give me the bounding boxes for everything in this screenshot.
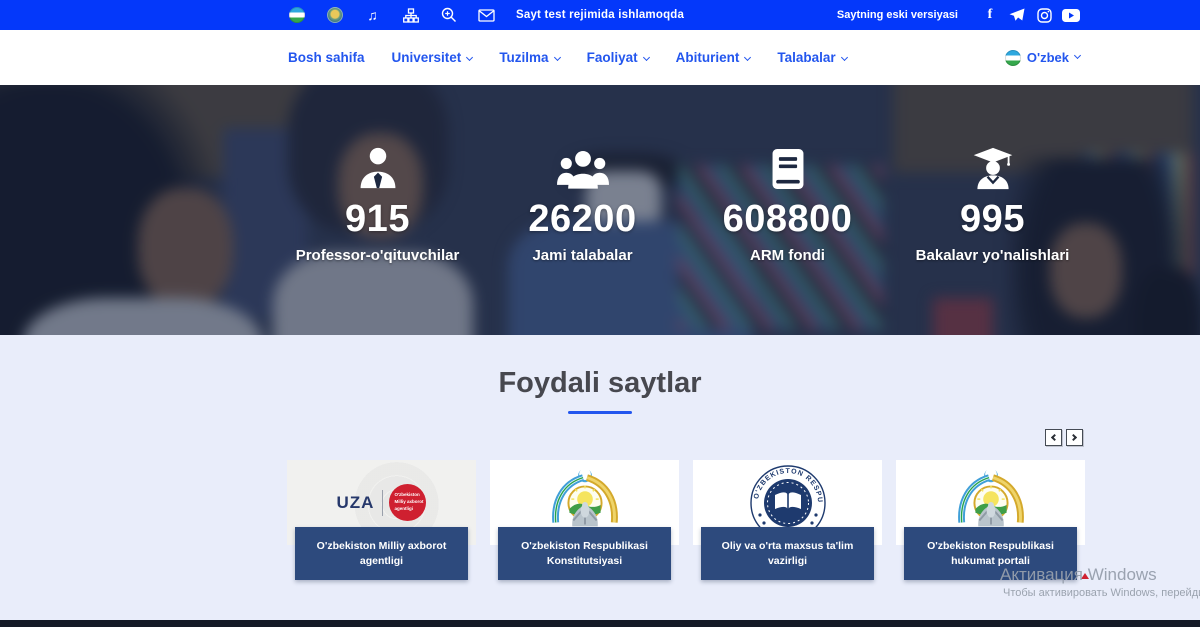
old-version-link[interactable]: Saytning eski versiyasi xyxy=(837,9,958,21)
topbar: ♫ Sayt test rejimida ishlamoqda Saytning… xyxy=(0,0,1200,30)
card-ministry[interactable]: O'ZBEKISTON RESPUBLIKASI Oliy va o'rta m… xyxy=(693,460,882,580)
state-emblem-icon[interactable] xyxy=(326,7,343,24)
main-menu: Bosh sahifa Universitet Tuzilma Faoliyat… xyxy=(288,50,874,65)
card-uza[interactable]: UZA O'zbekiston Milliy axborot agentligi… xyxy=(287,460,476,580)
stat-label: Bakalavr yo'nalishlari xyxy=(916,247,1070,264)
uz-flag-icon xyxy=(1005,50,1021,66)
stat-value: 915 xyxy=(345,199,410,241)
main-nav: Bosh sahifa Universitet Tuzilma Faoliyat… xyxy=(0,30,1200,85)
hero-stats: 915 Professor-o'qituvchilar 26200 Jami t… xyxy=(275,143,1095,264)
card-title-bar: O'zbekiston Respublikasi hukumat portali xyxy=(904,527,1077,580)
stat-label: Jami talabalar xyxy=(532,247,632,264)
card-title: O'zbekiston Milliy axborot agentligi xyxy=(303,539,460,567)
stat-bachelor-programs: 995 Bakalavr yo'nalishlari xyxy=(890,143,1095,264)
facebook-icon[interactable]: f xyxy=(981,6,999,24)
stat-label: Professor-o'qituvchilar xyxy=(296,247,460,264)
chevron-right-icon xyxy=(1070,434,1077,441)
carousel-prev-button[interactable] xyxy=(1045,429,1062,446)
stat-library-fund: 608800 ARM fondi xyxy=(685,143,890,264)
language-label: O'zbek xyxy=(1027,50,1069,65)
stat-value: 26200 xyxy=(528,199,636,241)
useful-sites-section: Foydali saytlar UZA O'zbekiston Milliy a… xyxy=(0,335,1200,620)
search-icon[interactable] xyxy=(440,7,457,24)
card-constitution[interactable]: O'zbekiston Respublikasi Konstitutsiyasi xyxy=(490,460,679,580)
anthem-music-icon[interactable]: ♫ xyxy=(364,7,381,24)
chevron-down-icon xyxy=(466,54,473,61)
nav-item-home[interactable]: Bosh sahifa xyxy=(288,50,365,65)
section-title: Foydali saytlar xyxy=(0,367,1200,400)
language-selector[interactable]: O'zbek xyxy=(1005,50,1080,66)
stat-value: 995 xyxy=(960,199,1025,241)
chevron-down-icon xyxy=(643,54,650,61)
mail-icon[interactable] xyxy=(478,7,495,24)
teacher-icon xyxy=(356,143,400,191)
hero-banner: 915 Professor-o'qituvchilar 26200 Jami t… xyxy=(0,85,1200,335)
card-title-bar: O'zbekiston Milliy axborot agentligi xyxy=(295,527,468,580)
chevron-down-icon xyxy=(841,54,848,61)
card-title-bar: Oliy va o'rta maxsus ta'lim vazirligi xyxy=(701,527,874,580)
carousel-nav xyxy=(1041,429,1083,446)
chevron-left-icon xyxy=(1051,434,1058,441)
book-icon xyxy=(768,143,808,191)
nav-item-faoliyat[interactable]: Faoliyat xyxy=(587,50,649,65)
stat-students: 26200 Jami talabalar xyxy=(480,143,685,264)
uza-red-circle: O'zbekiston Milliy axborot agentligi xyxy=(389,484,426,521)
nav-item-talabalar[interactable]: Talabalar xyxy=(777,50,846,65)
students-icon xyxy=(557,143,609,191)
nav-item-abiturient[interactable]: Abiturient xyxy=(676,50,751,65)
divider xyxy=(382,490,383,516)
site-test-mode-status: Sayt test rejimida ishlamoqda xyxy=(516,9,684,21)
card-title-bar: O'zbekiston Respublikasi Konstitutsiyasi xyxy=(498,527,671,580)
nav-item-universitet[interactable]: Universitet xyxy=(392,50,473,65)
title-underline xyxy=(568,411,632,414)
useful-sites-cards: UZA O'zbekiston Milliy axborot agentligi… xyxy=(287,460,1087,580)
youtube-icon[interactable] xyxy=(1062,6,1080,24)
card-title: O'zbekiston Respublikasi hukumat portali xyxy=(912,539,1069,567)
page: ♫ Sayt test rejimida ishlamoqda Saytning… xyxy=(0,0,1200,627)
carousel-next-button[interactable] xyxy=(1066,429,1083,446)
stat-label: ARM fondi xyxy=(750,247,825,264)
chevron-down-icon xyxy=(1074,52,1081,59)
sitemap-icon[interactable] xyxy=(402,7,419,24)
graduate-icon xyxy=(971,143,1015,191)
card-gov-portal[interactable]: O'zbekiston Respublikasi hukumat portali xyxy=(896,460,1085,580)
footer-strip xyxy=(0,620,1200,627)
telegram-icon[interactable] xyxy=(1008,6,1026,24)
nav-item-tuzilma[interactable]: Tuzilma xyxy=(499,50,559,65)
stat-value: 608800 xyxy=(723,199,853,241)
instagram-icon[interactable] xyxy=(1035,6,1053,24)
uz-flag-icon[interactable] xyxy=(288,7,305,24)
card-title: Oliy va o'rta maxsus ta'lim vazirligi xyxy=(709,539,866,567)
stat-professors: 915 Professor-o'qituvchilar xyxy=(275,143,480,264)
card-title: O'zbekiston Respublikasi Konstitutsiyasi xyxy=(506,539,663,567)
chevron-down-icon xyxy=(744,54,751,61)
uza-wordmark: UZA xyxy=(337,493,375,513)
chevron-down-icon xyxy=(554,54,561,61)
